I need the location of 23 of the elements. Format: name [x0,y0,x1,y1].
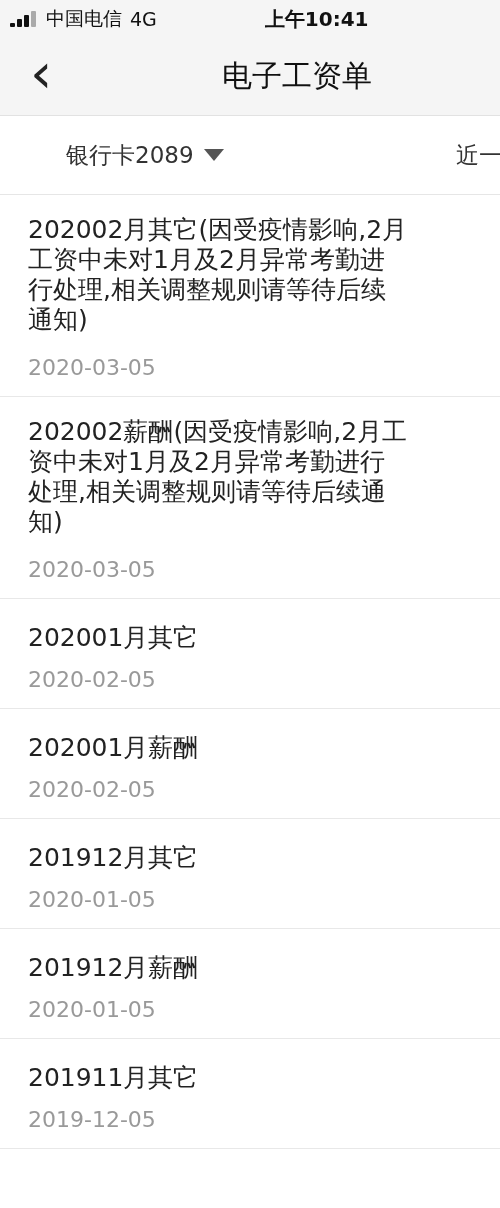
period-dropdown[interactable]: 近一 [456,139,500,171]
payslip-date: 2020-02-05 [28,777,157,802]
payslip-title: 202001月薪酬 [28,733,200,763]
page-title: 电子工资单 [222,57,373,95]
back-button[interactable]: ‹ [0,44,53,109]
payslip-date: 2019-12-05 [28,1107,157,1132]
payslip-title: 201912月其它 [28,843,200,873]
payslip-date: 2020-03-05 [28,557,157,582]
payslip-title: 201911月其它 [28,1063,200,1093]
carrier-name: 中国电信 [46,6,122,31]
card-dropdown[interactable]: 银行卡2089 [66,139,224,171]
payslip-title: 202002薪酬(因受疫情影响,2月工资中未对1月及2月异常考勤进行处理,相关调整规则请等待后续通知) [28,417,408,537]
payslip-date: 2020-01-05 [28,887,157,912]
clock-time: 上午10:41 [264,5,369,33]
network-type: 4G [130,8,157,30]
caret-icon [203,149,224,161]
payslip-title: 201912月薪酬 [28,953,200,983]
payslip-title: 202002月其它(因受疫情影响,2月工资中未对1月及2月异常考勤进行处理,相关调整规则请等待后续通知) [28,215,408,335]
payslip-date: 2020-02-05 [28,667,157,692]
payslip-date: 2020-01-05 [28,997,157,1022]
signal-icon [10,11,38,27]
payslip-date: 2020-03-05 [28,355,157,380]
payslip-title: 202001月其它 [28,623,200,653]
